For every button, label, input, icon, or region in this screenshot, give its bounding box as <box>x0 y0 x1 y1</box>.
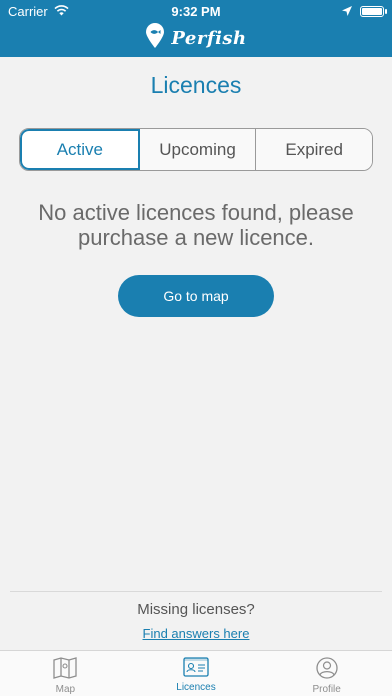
map-icon <box>53 657 77 682</box>
tab-map-label: Map <box>55 684 76 695</box>
go-to-map-button[interactable]: Go to map <box>118 275 274 317</box>
battery-icon <box>360 6 387 17</box>
tab-map[interactable]: Map <box>0 651 131 696</box>
missing-licenses-text: Missing licenses? <box>137 601 255 618</box>
segment-upcoming[interactable]: Upcoming <box>139 129 257 170</box>
tab-bar: Map Licences Profile <box>0 650 392 696</box>
location-arrow-icon <box>342 4 352 19</box>
licence-filter-segments: Active Upcoming Expired <box>19 128 373 171</box>
segment-active[interactable]: Active <box>20 129 140 170</box>
tab-profile-label: Profile <box>312 684 341 695</box>
status-bar: Carrier 9:32 PM <box>0 0 392 22</box>
profile-icon <box>315 657 339 682</box>
status-time: 9:32 PM <box>171 4 221 19</box>
find-answers-link[interactable]: Find answers here <box>0 626 392 641</box>
tab-licences-label: Licences <box>176 682 216 693</box>
page-title: Licences <box>150 72 242 98</box>
fish-pin-icon <box>145 22 165 54</box>
brand-name: Perfish <box>171 27 247 49</box>
empty-state-message: No active licences found, please purchas… <box>38 200 354 250</box>
licence-card-icon <box>183 657 209 680</box>
segment-expired[interactable]: Expired <box>256 129 372 170</box>
tab-licences[interactable]: Licences <box>131 651 262 696</box>
footer-divider <box>10 591 382 592</box>
status-right <box>342 4 387 19</box>
licences-screen: Carrier 9:32 PM Perfish Licences Active … <box>0 0 392 696</box>
tab-profile[interactable]: Profile <box>261 651 392 696</box>
app-header: Carrier 9:32 PM Perfish <box>0 0 392 57</box>
brand-logo: Perfish <box>0 22 392 54</box>
